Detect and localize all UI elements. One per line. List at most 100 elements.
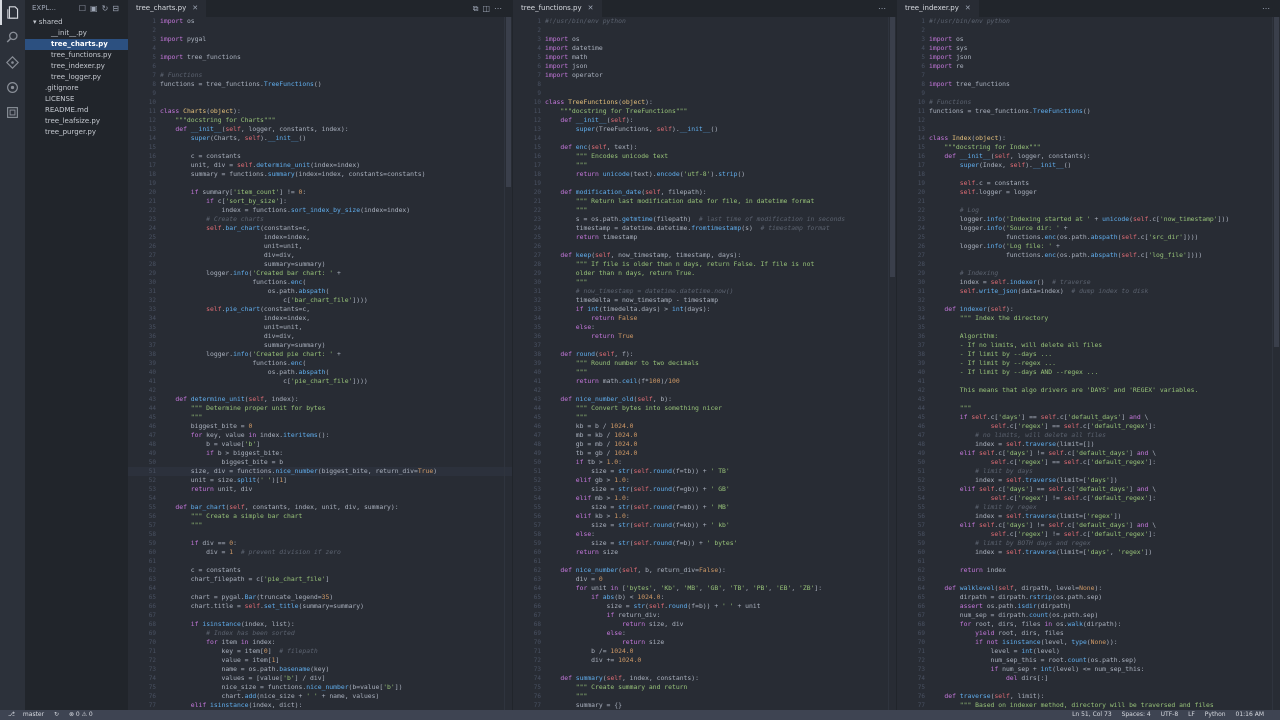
code-line[interactable]: 1 #!/usr/bin/env python <box>897 17 1280 26</box>
code-line[interactable]: 64 def walklevel(self, dirpath, level=No… <box>897 584 1280 593</box>
code-line[interactable]: 27 functions.enc(os.path.abspath(self.c[… <box>897 251 1280 260</box>
code-line[interactable]: 57 """ <box>128 521 512 530</box>
code-line[interactable]: 40 - If limit by --days AND --regex ... <box>897 368 1280 377</box>
code-line[interactable]: 43 <box>897 395 1280 404</box>
code-line[interactable]: 5 import math <box>513 53 896 62</box>
code-line[interactable]: 10 class TreeFunctions(object): <box>513 98 896 107</box>
code-line[interactable]: 58 else: <box>513 530 896 539</box>
code-line[interactable]: 26 unit=unit, <box>128 242 512 251</box>
code-line[interactable]: 44 """ <box>897 404 1280 413</box>
code-line[interactable]: 9 <box>513 89 896 98</box>
code-line[interactable]: 15 <box>128 143 512 152</box>
code-line[interactable]: 73 <box>513 665 896 674</box>
code-line[interactable]: 41 c['pie_chart_file']))) <box>128 377 512 386</box>
code-line[interactable]: 51 # limit by days <box>897 467 1280 476</box>
tree-item[interactable]: tree_functions.py <box>25 50 128 61</box>
code-line[interactable]: 20 def modification_date(self, filepath)… <box>513 188 896 197</box>
code-line[interactable]: 65 chart = pygal.Bar(truncate_legend=35) <box>128 593 512 602</box>
extensions-icon[interactable] <box>0 100 25 125</box>
code-line[interactable]: 44 """ Convert bytes into something nice… <box>513 404 896 413</box>
code-line[interactable]: 19 self.c = constants <box>897 179 1280 188</box>
code-line[interactable]: 14 super(Charts, self).__init__() <box>128 134 512 143</box>
tab-tree-charts[interactable]: tree_charts.py ✕ <box>128 0 207 17</box>
code-line[interactable]: 61 <box>513 557 896 566</box>
code-line[interactable]: 62 c = constants <box>128 566 512 575</box>
code-line[interactable]: 74 def summary(self, index, constants): <box>513 674 896 683</box>
problems-indicator[interactable]: ⊗ 0 ⚠ 0 <box>69 711 93 718</box>
code-line[interactable]: 23 logger.info('Indexing started at ' + … <box>897 215 1280 224</box>
code-line[interactable]: 41 return math.ceil(f*100)/100 <box>513 377 896 386</box>
code-line[interactable]: 16 def __init__(self, logger, constants)… <box>897 152 1280 161</box>
code-line[interactable]: 22 """ <box>513 206 896 215</box>
code-line[interactable]: 76 chart.add(nice_size + ' ' + name, val… <box>128 692 512 701</box>
close-icon[interactable]: ✕ <box>588 4 594 12</box>
tree-item[interactable]: README.md <box>25 105 128 116</box>
code-line[interactable]: 31 os.path.abspath( <box>128 287 512 296</box>
code-area[interactable]: 1 import os 2 3 import pygal 4 5 import tree_fu… <box>128 17 512 710</box>
code-line[interactable]: 45 """ <box>513 413 896 422</box>
code-line[interactable]: 13 def __init__(self, logger, constants,… <box>128 125 512 134</box>
tree-item[interactable]: LICENSE <box>25 94 128 105</box>
code-line[interactable]: 7 import operator <box>513 71 896 80</box>
code-line[interactable]: 56 index = self.traverse(limit=['regex']… <box>897 512 1280 521</box>
code-line[interactable]: 14 class Index(object): <box>897 134 1280 143</box>
encoding[interactable]: UTF-8 <box>1161 711 1179 718</box>
tree-item[interactable]: tree_logger.py <box>25 72 128 83</box>
tree-item[interactable]: tree_purger.py <box>25 127 128 138</box>
code-line[interactable]: 71 level = int(level) <box>897 647 1280 656</box>
code-line[interactable]: 3 import os <box>513 35 896 44</box>
sync-icon[interactable]: ↻ <box>54 711 59 718</box>
code-line[interactable]: 59 # limit by BOTH days and regex <box>897 539 1280 548</box>
code-line[interactable]: 15 def enc(self, text): <box>513 143 896 152</box>
code-line[interactable]: 77 summary = {} <box>513 701 896 710</box>
code-line[interactable]: 76 """ <box>513 692 896 701</box>
split-editor-icon[interactable]: ◫ <box>482 4 494 13</box>
tab-tree-indexer[interactable]: tree_indexer.py ✕ <box>897 0 979 17</box>
code-line[interactable]: 21 """ Return last modification date for… <box>513 197 896 206</box>
code-line[interactable]: 19 <box>128 179 512 188</box>
code-line[interactable]: 67 <box>128 611 512 620</box>
new-folder-icon[interactable]: ▣ <box>90 4 102 13</box>
code-line[interactable]: 70 if not isinstance(level, type(None)): <box>897 638 1280 647</box>
code-line[interactable]: 5 import tree_functions <box>128 53 512 62</box>
code-line[interactable]: 75 nice_size = functions.nice_number(b=v… <box>128 683 512 692</box>
code-line[interactable]: 4 <box>128 44 512 53</box>
code-line[interactable]: 75 """ Create summary and return <box>513 683 896 692</box>
code-line[interactable]: 55 def bar_chart(self, constants, index,… <box>128 503 512 512</box>
code-line[interactable]: 64 for unit in ['bytes', 'Kb', 'MB', 'GB… <box>513 584 896 593</box>
code-line[interactable]: 33 self.pie_chart(constants=c, <box>128 305 512 314</box>
code-line[interactable]: 65 dirpath = dirpath.rstrip(os.path.sep) <box>897 593 1280 602</box>
close-icon[interactable]: ✕ <box>965 4 971 12</box>
code-line[interactable]: 6 import re <box>897 62 1280 71</box>
code-line[interactable]: 65 if abs(b) < 1024.0: <box>513 593 896 602</box>
code-line[interactable]: 12 <box>897 116 1280 125</box>
explorer-icon[interactable] <box>0 0 25 25</box>
code-line[interactable]: 46 kb = b / 1024.0 <box>513 422 896 431</box>
code-line[interactable]: 70 return size <box>513 638 896 647</box>
code-line[interactable]: 60 index = self.traverse(limit=['days', … <box>897 548 1280 557</box>
code-line[interactable]: 58 <box>128 530 512 539</box>
code-line[interactable]: 16 """ Encodes unicode text <box>513 152 896 161</box>
code-line[interactable]: 12 def __init__(self): <box>513 116 896 125</box>
code-line[interactable]: 5 import json <box>897 53 1280 62</box>
code-line[interactable]: 75 <box>897 683 1280 692</box>
code-line[interactable]: 6 <box>128 62 512 71</box>
code-line[interactable]: 22 # Log <box>897 206 1280 215</box>
tree-item[interactable]: .gitignore <box>25 83 128 94</box>
code-line[interactable]: 42 <box>513 386 896 395</box>
code-line[interactable]: 20 if summary['item_count'] != 0: <box>128 188 512 197</box>
code-line[interactable]: 72 num_sep_this = root.count(os.path.sep… <box>897 656 1280 665</box>
more-actions-icon[interactable]: ⋯ <box>494 4 506 13</box>
code-line[interactable]: 18 return unicode(text).encode('utf-8').… <box>513 170 896 179</box>
code-line[interactable]: 11 functions = tree_functions.TreeFunctio… <box>897 107 1280 116</box>
code-line[interactable]: 25 return timestamp <box>513 233 896 242</box>
code-line[interactable]: 2 <box>897 26 1280 35</box>
code-line[interactable]: 43 def nice_number_old(self, b): <box>513 395 896 404</box>
code-line[interactable]: 69 yield root, dirs, files <box>897 629 1280 638</box>
code-line[interactable]: 49 tb = gb / 1024.0 <box>513 449 896 458</box>
code-line[interactable]: 16 c = constants <box>128 152 512 161</box>
code-line[interactable]: 76 def traverse(self, limit): <box>897 692 1280 701</box>
code-line[interactable]: 39 """ Round number to two decimals <box>513 359 896 368</box>
scrollbar-thumb[interactable] <box>506 17 511 187</box>
code-line[interactable]: 51 size = str(self.round(f=tb)) + ' TB' <box>513 467 896 476</box>
